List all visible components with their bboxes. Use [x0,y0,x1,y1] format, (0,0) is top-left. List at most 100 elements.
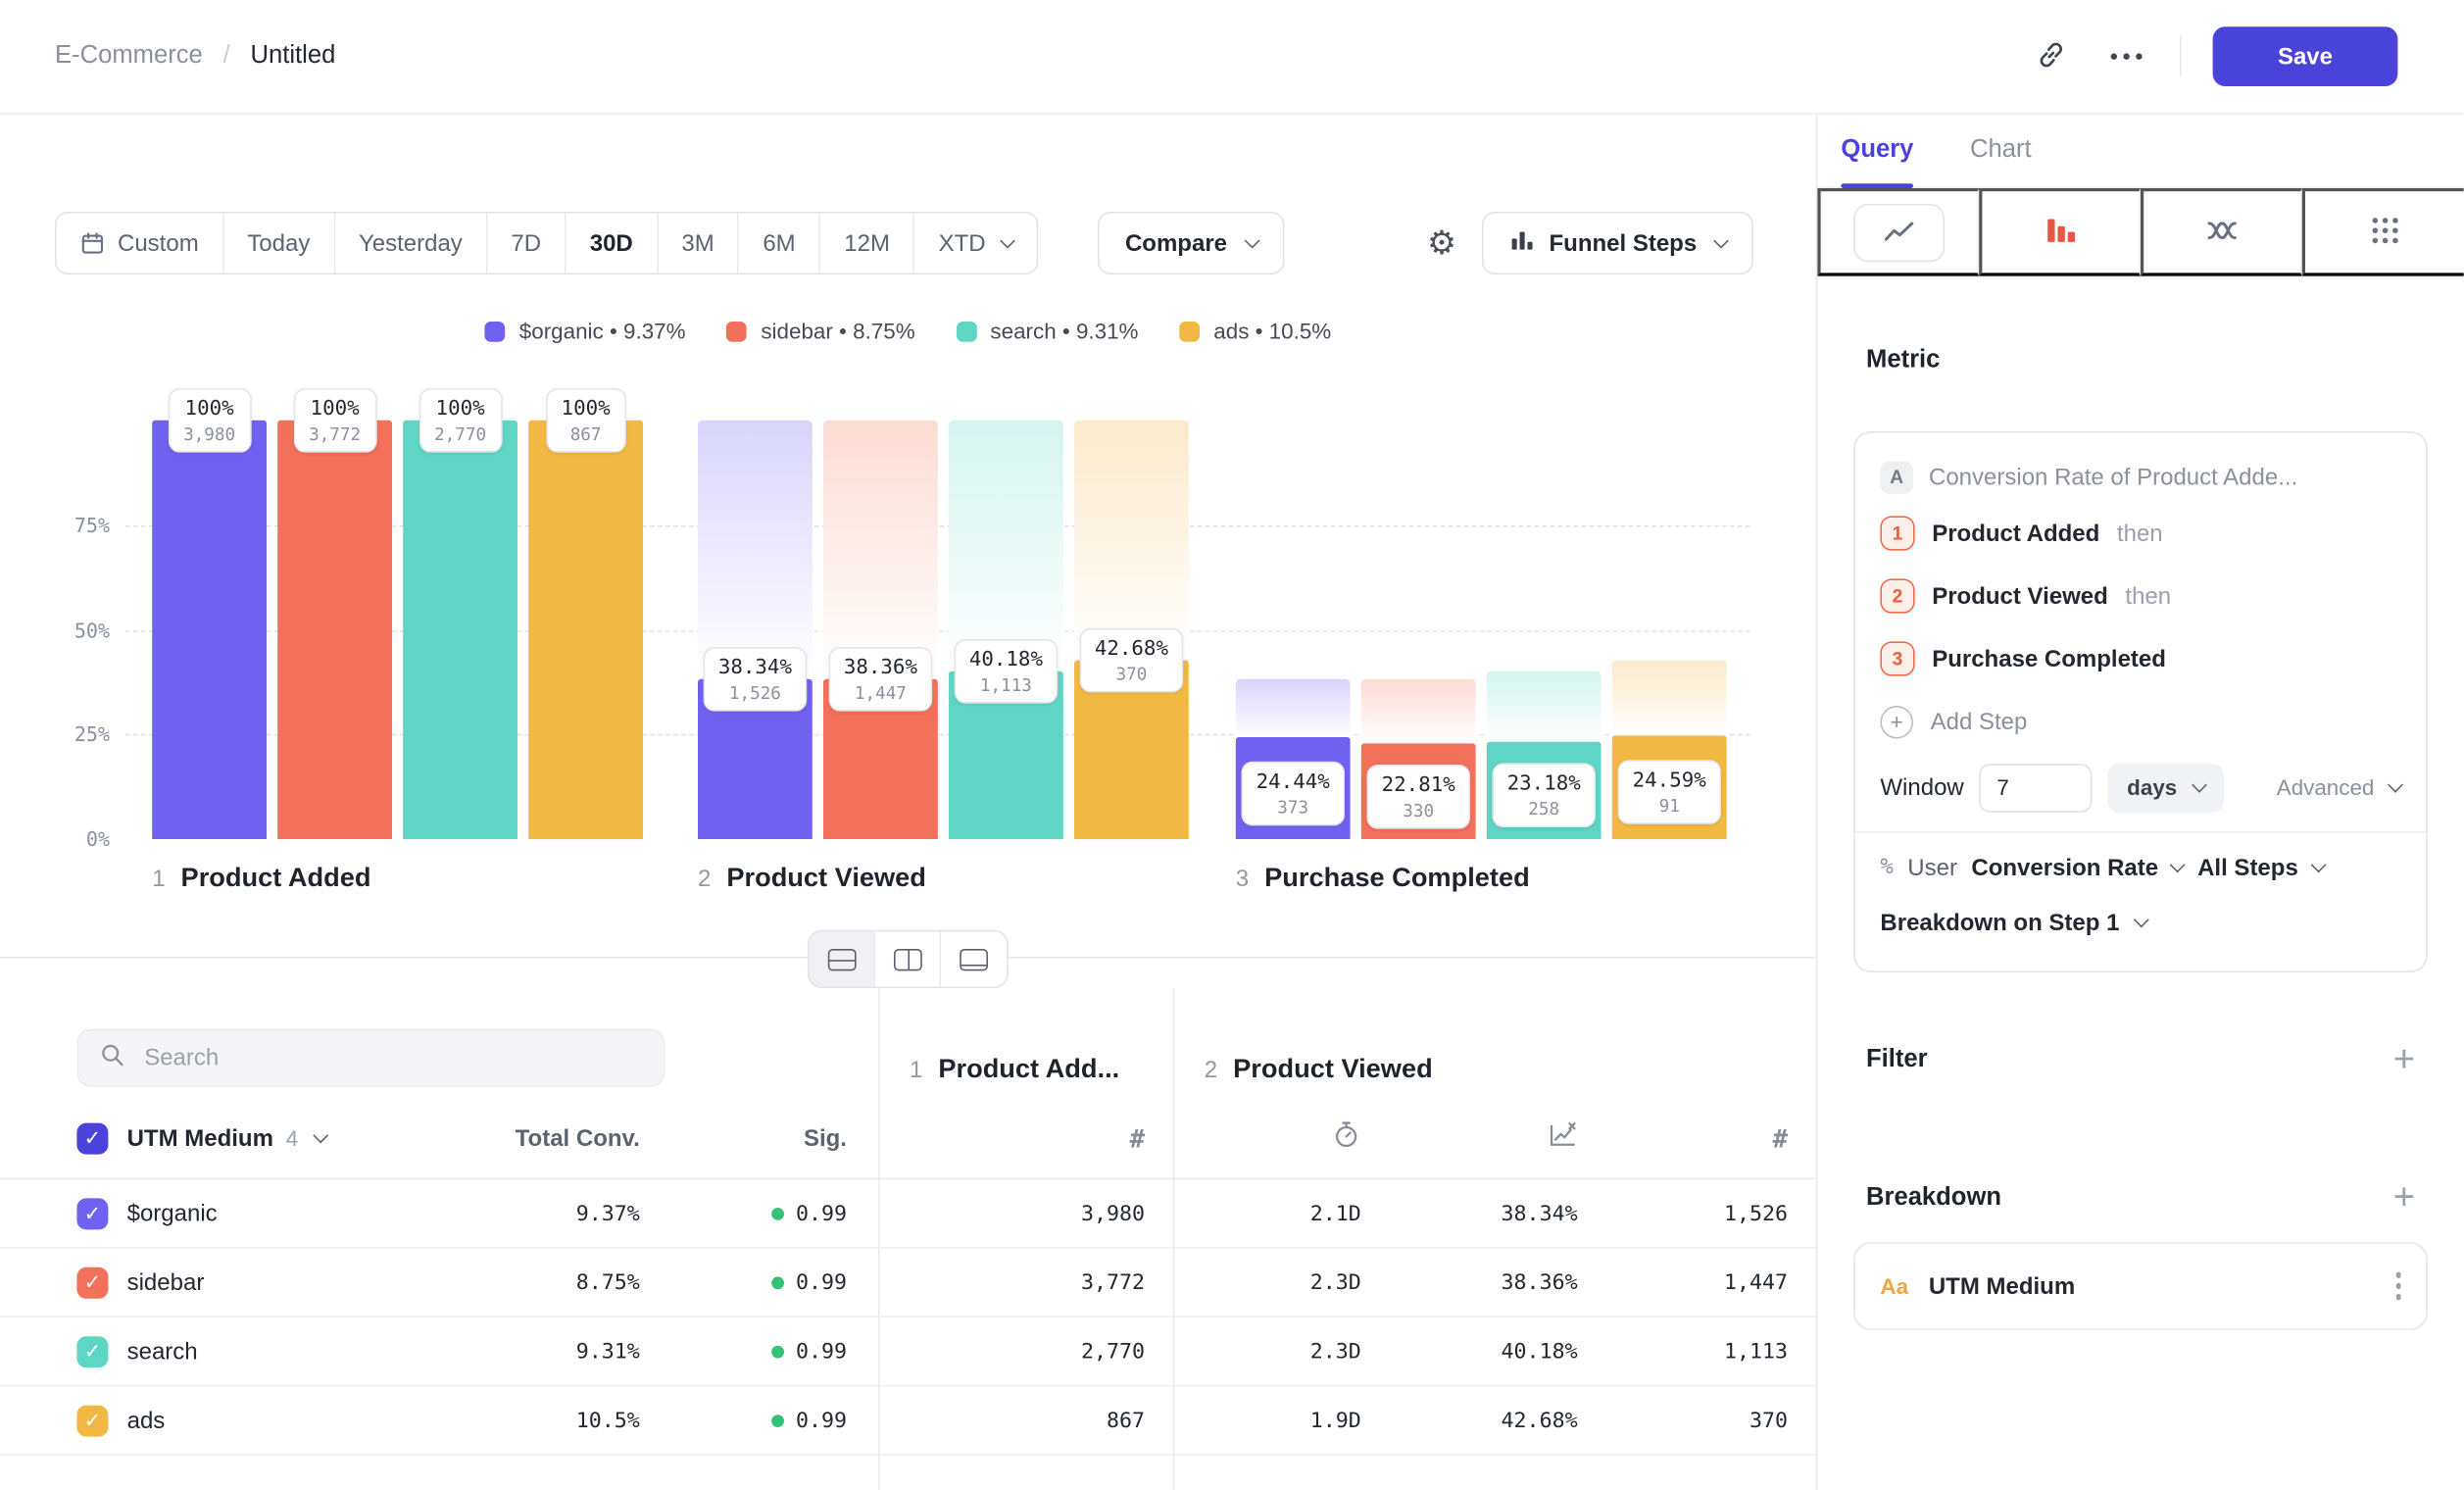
app: E-Commerce / Untitled Save [0,0,2464,1490]
row-checkbox[interactable]: ✓ [76,1335,108,1366]
save-button[interactable]: Save [2213,26,2398,86]
flows-icon [2205,213,2240,252]
funnel-bar[interactable]: 100%3,980 [152,421,267,839]
table-row[interactable]: ✓search9.31%0.992,7702.3D40.18%1,113 [0,1317,1816,1386]
legend-item[interactable]: search • 9.31% [956,319,1138,344]
date-range-7d[interactable]: 7D [487,214,566,273]
legend-swatch [485,321,506,341]
count-column-header[interactable]: # [1130,1123,1145,1153]
date-range-custom[interactable]: Custom [57,214,224,273]
funnel-bar[interactable]: 100%3,772 [277,421,392,839]
query-sidebar: Query Chart [1816,115,2464,1490]
sig-column-header[interactable]: Sig. [804,1124,847,1151]
add-filter-button[interactable]: + [2393,1041,2415,1078]
funnel-bar[interactable]: 100%2,770 [403,421,517,839]
breakdown-section-title: Breakdown [1866,1184,2001,1213]
date-range-yesterday[interactable]: Yesterday [335,214,487,273]
step2-count-value: 1,113 [1724,1339,1788,1365]
time-to-convert-column-header[interactable] [1331,1119,1360,1157]
chart-type-grid-tab[interactable] [2302,188,2464,276]
tab-chart[interactable]: Chart [1970,115,2032,187]
breadcrumb-report-title[interactable]: Untitled [251,42,336,71]
add-step-button[interactable]: + Add Step [1880,690,2400,753]
funnel-bar[interactable]: 23.18%258 [1487,421,1602,839]
sig-value: 0.99 [772,1201,847,1226]
layout-split-horizontal-button[interactable] [810,931,875,986]
conversion-chart-icon [1548,1119,1577,1157]
row-checkbox[interactable]: ✓ [76,1198,108,1229]
funnel-bar[interactable]: 38.36%1,447 [823,421,938,839]
counting-method-label[interactable]: User [1907,854,1957,880]
date-range-xtd[interactable]: XTD [915,214,1038,273]
breadcrumb-project[interactable]: E-Commerce [55,42,203,71]
step2-count-value: 1,447 [1724,1269,1788,1295]
funnel-bar[interactable]: 42.68%370 [1074,421,1189,839]
funnel-bar-fill [277,421,392,839]
window-unit-select[interactable]: days [2108,763,2224,812]
kebab-menu-icon[interactable] [2395,1272,2401,1300]
table-row[interactable]: ✓sidebar8.75%0.993,7722.3D38.36%1,447 [0,1249,1816,1317]
step-number-badge: 1 [1880,516,1914,550]
funnel-bar[interactable]: 40.18%1,113 [949,421,1063,839]
share-link-button[interactable] [2029,32,2073,81]
chart-type-line-tab[interactable] [1817,188,1979,276]
row-checkbox[interactable]: ✓ [76,1405,108,1436]
bar-value-label: 42.68%370 [1079,628,1184,693]
table-row[interactable]: ✓ads10.5%0.998671.9D42.68%370 [0,1386,1816,1455]
breakdown-column-header[interactable]: UTM Medium 4 [127,1124,326,1151]
layout-split-vertical-button[interactable] [875,931,941,986]
breakdown-item[interactable]: Aa UTM Medium [1853,1242,2428,1330]
select-all-checkbox[interactable]: ✓ [76,1122,108,1154]
window-value-input[interactable] [1980,763,2093,812]
metric-card: A Conversion Rate of Product Adde... 1Pr… [1853,431,2428,972]
time-to-convert-value: 2.1D [1310,1201,1361,1226]
legend-swatch [726,321,747,341]
bar-value-label: 100%867 [546,388,626,453]
metric-series-row[interactable]: A Conversion Rate of Product Adde... [1880,452,2400,502]
add-breakdown-button[interactable]: + [2393,1179,2415,1217]
funnel-bar-ghost [1487,670,1602,742]
funnel-step-row[interactable]: 3Purchase Completed [1880,627,2400,690]
funnel-step-row[interactable]: 2Product Viewedthen [1880,565,2400,627]
percent-icon: % [1880,855,1894,880]
date-range-today[interactable]: Today [223,214,335,273]
series-name: Conversion Rate of Product Adde... [1929,464,2297,490]
table-row[interactable]: ✓$organic9.37%0.993,9802.1D38.34%1,526 [0,1179,1816,1248]
count-column-header[interactable]: # [1773,1123,1788,1153]
date-range-6m[interactable]: 6M [739,214,820,273]
date-range-30d[interactable]: 30D [567,214,659,273]
funnel-step-row[interactable]: 1Product Addedthen [1880,502,2400,565]
total-conv-value: 9.31% [576,1339,640,1365]
conversion-rate-column-header[interactable] [1548,1119,1577,1157]
sig-status-dot [772,1207,785,1219]
legend-item[interactable]: $organic • 9.37% [485,319,686,344]
chart-type-button[interactable]: Funnel Steps [1482,212,1753,274]
date-range-12m[interactable]: 12M [820,214,914,273]
measure-metric-select[interactable]: Conversion Rate [1971,854,2183,880]
legend-item[interactable]: ads • 10.5% [1179,319,1331,344]
layout-bottom-panel-button[interactable] [941,931,1007,986]
grid-dots-icon [2367,213,2401,252]
line-chart-icon [1853,203,1945,261]
measure-scope-select[interactable]: All Steps [2197,854,2323,880]
tab-query[interactable]: Query [1841,115,1913,187]
breakdown-on-step-select[interactable]: Breakdown on Step 1 [1880,896,2400,949]
row-checkbox[interactable]: ✓ [76,1266,108,1298]
date-range-3m[interactable]: 3M [658,214,739,273]
chart-type-funnel-tab[interactable] [1979,188,2141,276]
search-input[interactable] [141,1043,643,1072]
funnel-bar[interactable]: 24.44%373 [1236,421,1351,839]
settings-gear-button[interactable]: ⚙ [1421,218,1463,270]
topbar-divider [2180,36,2182,77]
conversion-rate-value: 38.34% [1502,1201,1578,1226]
funnel-bar[interactable]: 22.81%330 [1361,421,1476,839]
funnel-bar[interactable]: 24.59%91 [1612,421,1727,839]
legend-item[interactable]: sidebar • 8.75% [726,319,914,344]
more-menu-button[interactable] [2104,47,2148,66]
funnel-bar[interactable]: 38.34%1,526 [698,421,813,839]
chart-type-flows-tab[interactable] [2141,188,2302,276]
funnel-bar[interactable]: 100%867 [528,421,643,839]
compare-button[interactable]: Compare [1099,212,1284,274]
advanced-toggle[interactable]: Advanced [2277,774,2401,800]
total-conv-column-header[interactable]: Total Conv. [516,1124,640,1151]
